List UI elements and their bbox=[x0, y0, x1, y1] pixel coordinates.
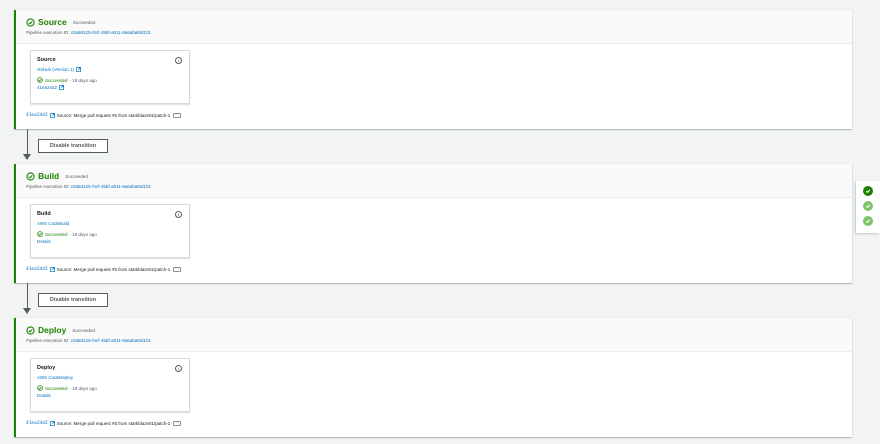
stage-status: Succeeded bbox=[72, 327, 95, 333]
external-link-icon bbox=[49, 113, 55, 118]
external-link-icon bbox=[49, 267, 55, 272]
action-provider-link[interactable]: AWS CodeDeploy bbox=[37, 375, 189, 380]
details-link[interactable]: Details bbox=[37, 393, 189, 398]
commit-id-link[interactable]: 41ea24d2 bbox=[26, 421, 48, 426]
stage-title: Build bbox=[38, 171, 60, 181]
stage-navigator-panel bbox=[856, 181, 880, 233]
check-circle-icon bbox=[26, 171, 35, 181]
action-provider-link[interactable]: AWS CodeBuild bbox=[37, 221, 189, 226]
check-icon bbox=[865, 189, 871, 194]
stage-source: Source Succeeded Pipeline execution ID: … bbox=[14, 10, 852, 129]
commit-message: Source: Merge pull request #5 from stark… bbox=[56, 113, 171, 118]
details-link[interactable]: Details bbox=[37, 239, 189, 244]
status-text[interactable]: Succeeded bbox=[45, 386, 68, 391]
status-time: - 18 days ago bbox=[69, 77, 97, 83]
nav-stage-source[interactable] bbox=[863, 186, 873, 196]
external-link-icon bbox=[59, 85, 64, 90]
execution-id-label: Pipeline execution ID: bbox=[26, 30, 70, 35]
stage-title: Deploy bbox=[38, 325, 67, 335]
action-name: Build bbox=[37, 211, 51, 217]
action-status: Succeeded - 18 days ago bbox=[37, 231, 189, 237]
commit-link-label: 41ea24d2 bbox=[37, 85, 58, 90]
action-card-source: Source i GitHub (Version 1) Succeeded - … bbox=[30, 50, 190, 104]
stage-build: Build Succeeded Pipeline execution ID: c… bbox=[14, 164, 852, 283]
action-card-deploy: Deploy i AWS CodeDeploy Succeeded - 18 d… bbox=[30, 358, 190, 412]
status-time: - 18 days ago bbox=[69, 231, 97, 237]
details-link-label: Details bbox=[37, 393, 51, 398]
transition-arrow bbox=[27, 283, 28, 309]
execution-id-row: Pipeline execution ID: c0a58125-f4cf-45b… bbox=[26, 184, 852, 189]
transition-build-deploy: Disable transition bbox=[22, 283, 112, 318]
execution-id-row: Pipeline execution ID: c0a58125-f4cf-45b… bbox=[26, 338, 852, 343]
check-circle-icon bbox=[26, 17, 35, 27]
action-provider-label: GitHub (Version 1) bbox=[37, 67, 75, 72]
check-circle-icon bbox=[37, 231, 43, 237]
stage-status: Succeeded bbox=[72, 19, 96, 25]
ellipsis-icon[interactable]: ··· bbox=[173, 421, 181, 426]
status-text[interactable]: Succeeded bbox=[45, 78, 68, 83]
action-status: Succeeded - 18 days ago bbox=[37, 385, 189, 391]
stage-header: Build Succeeded Pipeline execution ID: c… bbox=[16, 164, 852, 198]
commit-link[interactable]: 41ea24d2 bbox=[37, 85, 189, 90]
nav-stage-deploy[interactable] bbox=[863, 216, 873, 226]
check-circle-icon bbox=[37, 77, 43, 83]
check-icon bbox=[865, 204, 871, 209]
info-icon[interactable]: i bbox=[175, 365, 182, 372]
action-provider-link[interactable]: GitHub (Version 1) bbox=[37, 67, 189, 72]
arrow-down-icon bbox=[23, 308, 31, 314]
check-circle-icon bbox=[37, 385, 43, 391]
check-circle-icon bbox=[26, 325, 35, 335]
ellipsis-icon[interactable]: ··· bbox=[173, 267, 181, 272]
details-link-label: Details bbox=[37, 239, 51, 244]
execution-id-link[interactable]: c0a58125-f4cf-45bf-a011-8a6afa60d101 bbox=[71, 338, 151, 343]
transition-arrow bbox=[27, 129, 28, 155]
action-name: Deploy bbox=[37, 365, 56, 371]
stage-title: Source bbox=[38, 17, 67, 27]
action-status: Succeeded - 18 days ago bbox=[37, 77, 189, 83]
status-time: - 18 days ago bbox=[69, 385, 97, 391]
commit-id-link[interactable]: 41ea24d2 bbox=[26, 113, 48, 118]
commit-id-link[interactable]: 41ea24d2 bbox=[26, 267, 48, 272]
external-link-icon bbox=[49, 421, 55, 426]
action-provider-label: AWS CodeBuild bbox=[37, 221, 70, 226]
info-icon[interactable]: i bbox=[175, 211, 182, 218]
commit-message: Source: Merge pull request #5 from stark… bbox=[56, 267, 171, 272]
disable-transition-button[interactable]: Disable transition bbox=[38, 293, 108, 307]
execution-id-link[interactable]: c0a58125-f4cf-45bf-a011-8a6afa60d101 bbox=[71, 30, 151, 35]
action-provider-label: AWS CodeDeploy bbox=[37, 375, 74, 380]
execution-id-label: Pipeline execution ID: bbox=[26, 184, 70, 189]
arrow-down-icon bbox=[23, 154, 31, 160]
execution-id-link[interactable]: c0a58125-f4cf-45bf-a011-8a6afa60d101 bbox=[71, 184, 151, 189]
stage-footer: 41ea24d2 Source: Merge pull request #5 f… bbox=[26, 267, 181, 272]
stage-header: Deploy Succeeded Pipeline execution ID: … bbox=[16, 318, 852, 352]
stage-status: Succeeded bbox=[65, 173, 88, 179]
transition-source-build: Disable transition bbox=[22, 129, 112, 164]
commit-message: Source: Merge pull request #5 from stark… bbox=[56, 421, 171, 426]
execution-id-row: Pipeline execution ID: c0a58125-f4cf-45b… bbox=[26, 30, 852, 35]
external-link-icon bbox=[76, 67, 81, 72]
check-icon bbox=[865, 219, 871, 224]
execution-id-label: Pipeline execution ID: bbox=[26, 338, 70, 343]
action-name: Source bbox=[37, 57, 56, 63]
stage-header: Source Succeeded Pipeline execution ID: … bbox=[16, 10, 852, 44]
info-icon[interactable]: i bbox=[175, 57, 182, 64]
ellipsis-icon[interactable]: ··· bbox=[173, 113, 181, 118]
status-text[interactable]: Succeeded bbox=[45, 232, 68, 237]
stage-footer: 41ea24d2 Source: Merge pull request #5 f… bbox=[26, 421, 181, 426]
stage-deploy: Deploy Succeeded Pipeline execution ID: … bbox=[14, 318, 852, 437]
disable-transition-button[interactable]: Disable transition bbox=[38, 139, 108, 153]
action-card-build: Build i AWS CodeBuild Succeeded - 18 day… bbox=[30, 204, 190, 258]
stage-footer: 41ea24d2 Source: Merge pull request #5 f… bbox=[26, 113, 181, 118]
nav-stage-build[interactable] bbox=[863, 201, 873, 211]
